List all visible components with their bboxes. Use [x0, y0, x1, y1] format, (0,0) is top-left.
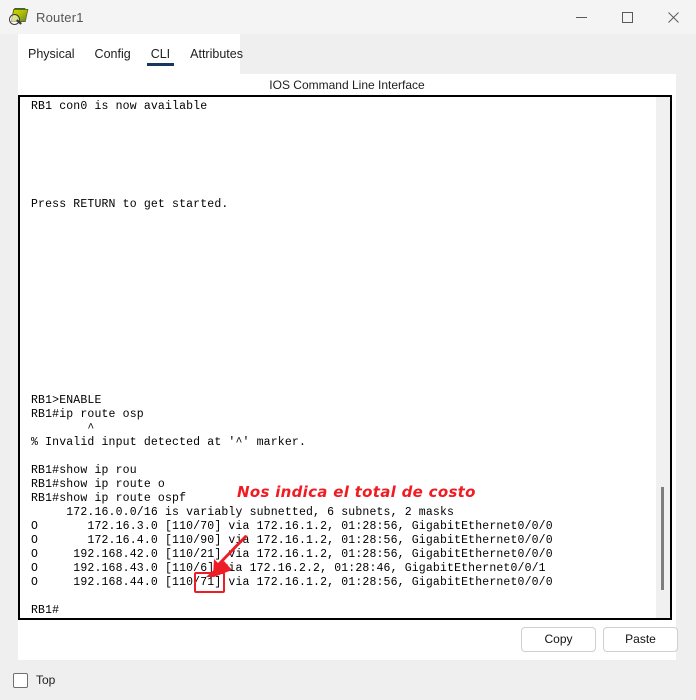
- tab-cli[interactable]: CLI: [141, 34, 180, 74]
- cli-button-row: Copy Paste: [18, 627, 678, 653]
- tab-config-label: Config: [94, 47, 131, 61]
- tab-attributes[interactable]: Attributes: [180, 34, 253, 74]
- top-checkbox-label: Top: [36, 673, 56, 687]
- terminal-console[interactable]: RB1 con0 is now available Press RETURN t…: [18, 95, 672, 620]
- terminal-scrollbar-thumb[interactable]: [661, 487, 664, 590]
- tab-physical-label: Physical: [28, 47, 75, 61]
- paste-button[interactable]: Paste: [603, 627, 678, 652]
- terminal-output: RB1 con0 is now available Press RETURN t…: [31, 100, 553, 617]
- router-magnifier-icon: [9, 8, 29, 26]
- minimize-icon[interactable]: [558, 0, 604, 34]
- top-checkbox[interactable]: [13, 672, 28, 688]
- window-title: Router1: [36, 9, 84, 25]
- bottom-bar: Top: [0, 660, 696, 700]
- maximize-icon[interactable]: [604, 0, 650, 34]
- window-titlebar: Router1: [0, 0, 696, 35]
- tab-config[interactable]: Config: [85, 34, 141, 74]
- cli-header-title: IOS Command Line Interface: [269, 78, 425, 92]
- copy-button[interactable]: Copy: [521, 627, 596, 652]
- cli-panel: IOS Command Line Interface RB1 con0 is n…: [18, 74, 678, 660]
- terminal-scrollbar[interactable]: [656, 97, 670, 618]
- tab-physical[interactable]: Physical: [18, 34, 85, 74]
- window-controls: [558, 0, 696, 34]
- tab-attributes-label: Attributes: [190, 47, 243, 61]
- close-icon[interactable]: [650, 0, 696, 34]
- tab-cli-label: CLI: [150, 47, 171, 61]
- tab-strip: Physical Config CLI Attributes: [0, 34, 696, 74]
